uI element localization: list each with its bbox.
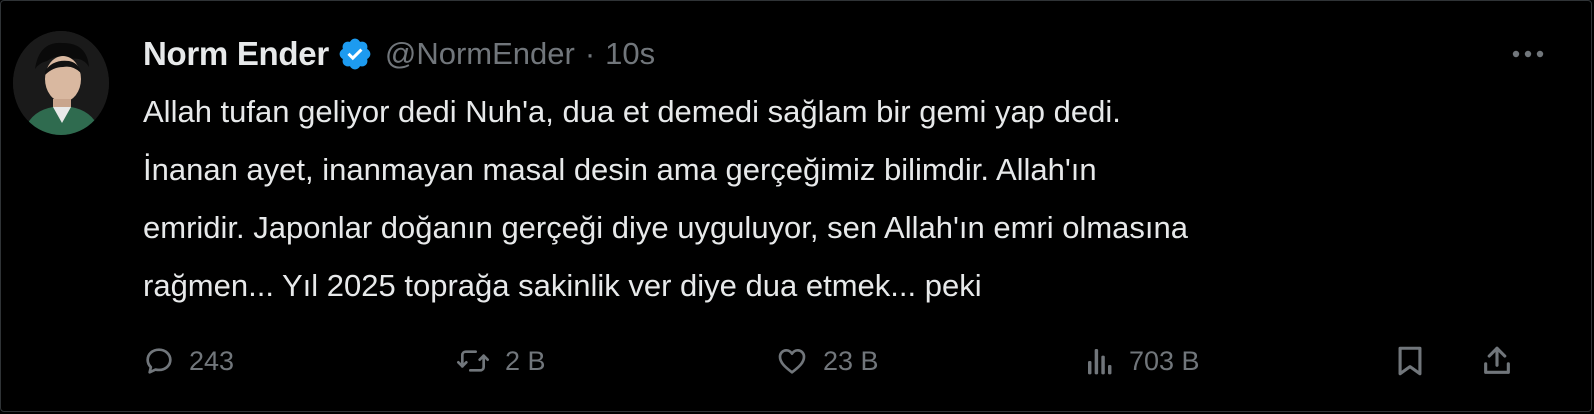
views-chart-icon — [1088, 349, 1112, 375]
tweet-text-line: İnanan ayet, inanmayan masal desin ama g… — [143, 152, 1097, 187]
avatar[interactable] — [13, 31, 109, 135]
share-icon — [1484, 346, 1510, 374]
tweet-content: Norm Ender @NormEnder · 10s Allah tufan … — [143, 29, 1551, 315]
tweet-text-line: Allah tufan geliyor dedi Nuh'a, dua et d… — [143, 94, 1121, 129]
like-button[interactable]: 23 B — [775, 331, 879, 391]
share-button[interactable] — [1481, 331, 1513, 391]
tweet-header: Norm Ender @NormEnder · 10s — [143, 29, 1551, 79]
views-count: 703 B — [1129, 345, 1200, 376]
tweet-text-line: rağmen... Yıl 2025 toprağa sakinlik ver … — [143, 268, 982, 303]
tweet-card: Norm Ender @NormEnder · 10s Allah tufan … — [0, 0, 1592, 412]
repost-count: 2 B — [505, 345, 546, 376]
tweet-text-line: emridir. Japonlar doğanın gerçeği diye u… — [143, 210, 1189, 245]
author-name[interactable]: Norm Ender — [143, 35, 329, 73]
verified-badge-icon[interactable] — [337, 36, 373, 72]
repost-button[interactable]: 2 B — [455, 331, 546, 391]
author-handle[interactable]: @NormEnder — [385, 36, 575, 72]
avatar-image — [13, 31, 109, 135]
repost-icon — [457, 350, 489, 372]
reply-button[interactable]: 243 — [143, 331, 234, 391]
reply-count: 243 — [189, 345, 235, 376]
more-dots-icon[interactable] — [1505, 37, 1551, 71]
tweet-timestamp[interactable]: 10s — [605, 36, 655, 72]
bookmark-button[interactable] — [1395, 331, 1425, 391]
bookmark-icon — [1398, 346, 1422, 376]
tweet-actions-bar: 243 2 B 23 B 703 B — [143, 331, 1551, 391]
reply-icon — [146, 348, 172, 374]
like-count: 23 B — [823, 345, 879, 376]
heart-icon — [778, 349, 806, 374]
header-separator: · — [584, 36, 596, 71]
tweet-text: Allah tufan geliyor dedi Nuh'a, dua et d… — [143, 83, 1543, 315]
views-button[interactable]: 703 B — [1085, 331, 1200, 391]
